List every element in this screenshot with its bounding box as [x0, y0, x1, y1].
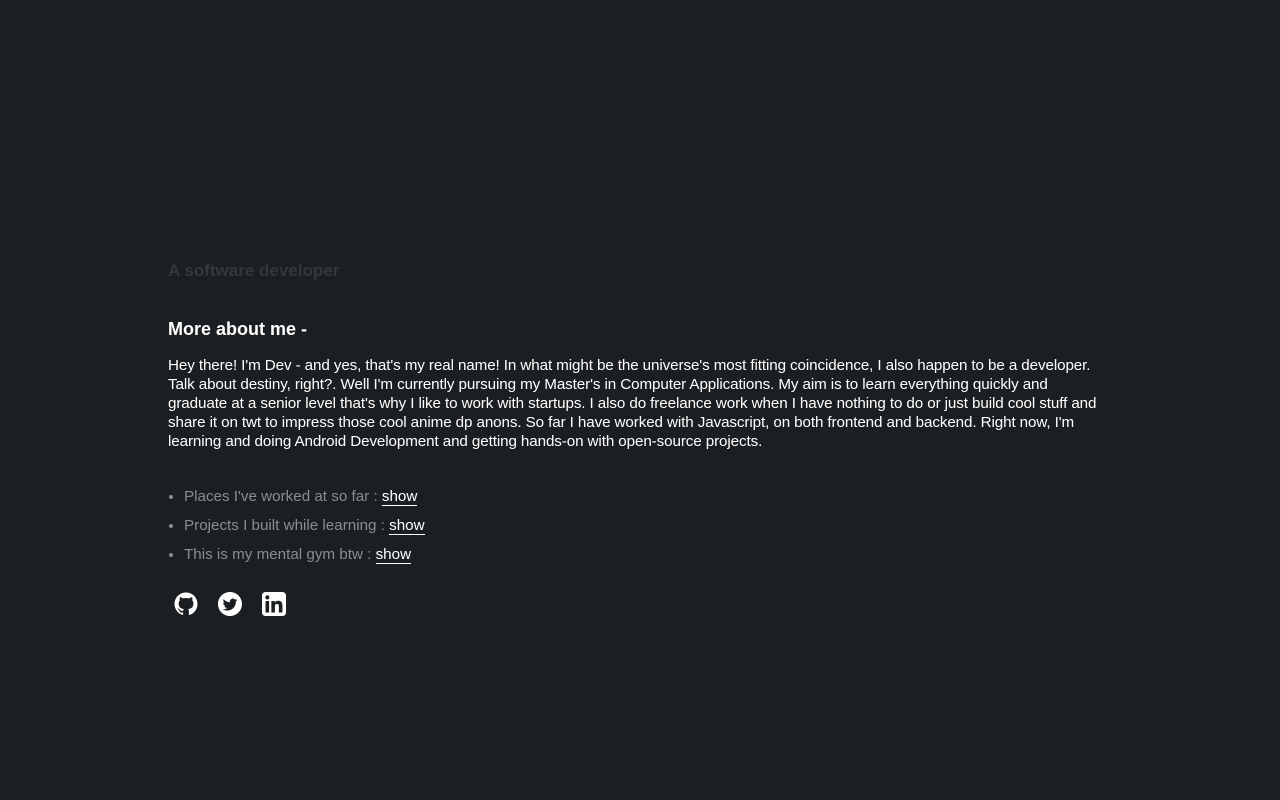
show-projects-link[interactable]: show	[389, 517, 425, 535]
list-item-label: Projects I built while learning :	[184, 517, 390, 534]
show-work-link[interactable]: show	[381, 488, 418, 506]
list-item-gym: This is my mental gym btw : show	[184, 540, 425, 569]
show-gym-link[interactable]: show	[375, 546, 412, 564]
about-heading: More about me -	[168, 319, 308, 339]
list-item-projects: Projects I built while learning : show	[184, 511, 425, 540]
list-item-label: Places I've worked at so far :	[184, 488, 382, 505]
bio-paragraph: Hey there! I'm Dev - and yes, that's my …	[168, 357, 1097, 450]
page-subtitle: A software developer	[168, 261, 340, 280]
linkedin-icon[interactable]	[262, 591, 286, 617]
list-item-work: Places I've worked at so far : show	[184, 482, 425, 511]
twitter-icon[interactable]	[218, 591, 242, 617]
list-item-label: This is my mental gym btw :	[184, 546, 376, 563]
github-icon[interactable]	[174, 591, 198, 617]
links-list: Places I've worked at so far : show Proj…	[168, 482, 425, 569]
social-links	[174, 591, 286, 617]
